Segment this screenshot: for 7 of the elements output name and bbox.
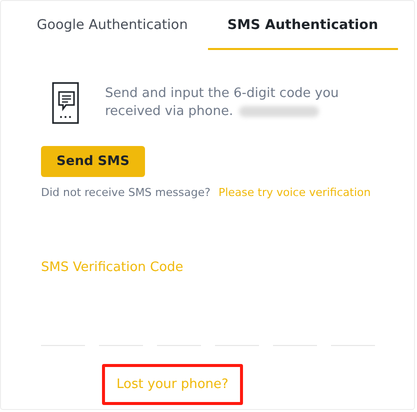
tab[interactable]: SMS Authentication (208, 1, 398, 50)
hint-text: Did not receive SMS message? (41, 186, 210, 199)
tab[interactable]: Google Authentication (17, 1, 208, 50)
field-label: SMS Verification Code (41, 260, 184, 275)
phone-message-icon (52, 82, 79, 124)
instruction-text: Send and input the 6-digit code you received via phone. (105, 85, 340, 121)
send-sms-button[interactable]: Send SMS (41, 146, 145, 177)
